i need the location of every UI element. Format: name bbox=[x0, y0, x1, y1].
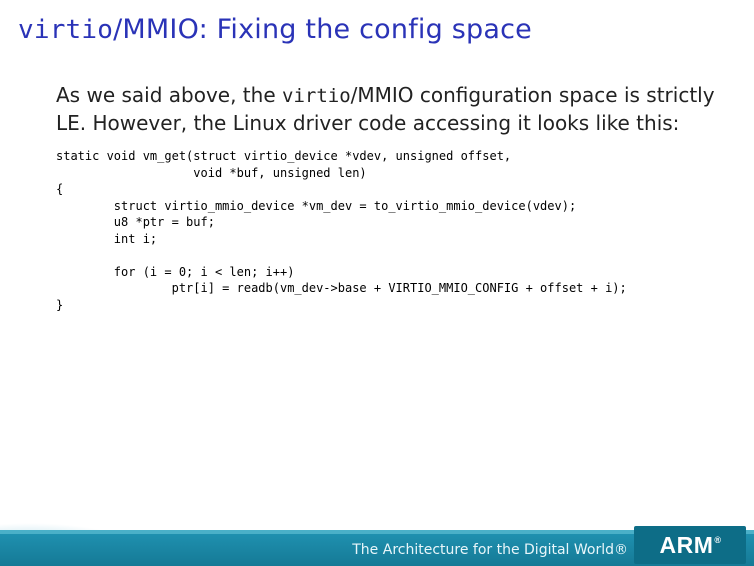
slide-title: virtio/MMIO: Fixing the config space bbox=[18, 14, 532, 45]
title-code-part: virtio bbox=[18, 15, 113, 45]
body-frag-2: /MMIO configuration space is strictly bbox=[351, 83, 715, 107]
title-rest: : Fixing the config space bbox=[199, 14, 532, 45]
arm-logo-reg: ® bbox=[714, 535, 721, 545]
arm-logo-text: ARM bbox=[659, 532, 713, 558]
arm-logo: ARM® bbox=[659, 532, 720, 559]
slide: virtio/MMIO: Fixing the config space As … bbox=[0, 0, 754, 566]
title-mmio: /MMIO bbox=[113, 14, 198, 45]
slide-body-text: As we said above, the virtio/MMIO config… bbox=[56, 82, 730, 137]
code-listing: static void vm_get(struct virtio_device … bbox=[56, 148, 627, 313]
footer: The Architecture for the Digital World® … bbox=[0, 496, 754, 566]
body-frag-1: As we said above, the bbox=[56, 83, 282, 107]
body-code-frag: virtio bbox=[282, 85, 351, 107]
body-line-2: LE. However, the Linux driver code acces… bbox=[56, 111, 679, 135]
footer-tagline: The Architecture for the Digital World® bbox=[352, 542, 628, 558]
footer-main-bar: The Architecture for the Digital World® … bbox=[0, 534, 754, 566]
arm-logo-box: ARM® bbox=[634, 526, 746, 564]
